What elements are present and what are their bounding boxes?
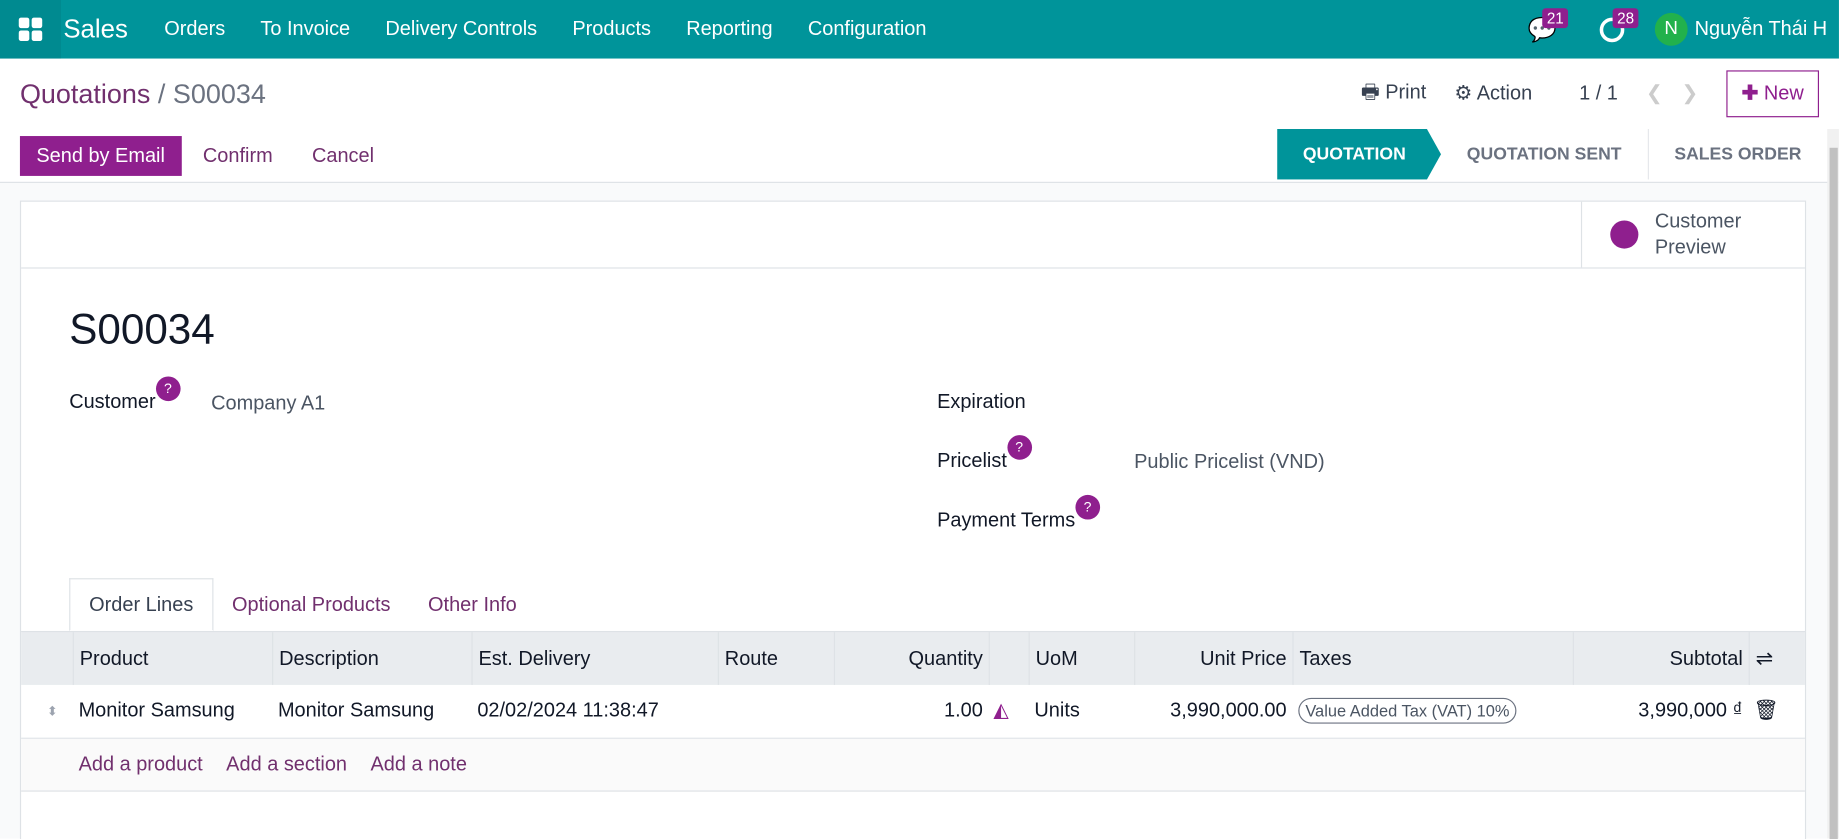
- add-note-link[interactable]: Add a note: [370, 753, 466, 776]
- confirm-button[interactable]: Confirm: [203, 136, 273, 176]
- payment-terms-label: Payment Terms: [937, 508, 1076, 532]
- table-row[interactable]: ⬍ Monitor Samsung Monitor Samsung 02/02/…: [21, 684, 1805, 739]
- col-route[interactable]: Route: [717, 632, 834, 685]
- pager-value[interactable]: 1 / 1: [1579, 82, 1618, 105]
- app-name[interactable]: Sales: [63, 14, 128, 44]
- menu-products[interactable]: Products: [555, 18, 669, 41]
- action-button[interactable]: ⚙ Action: [1454, 82, 1532, 105]
- tab-other-info[interactable]: Other Info: [409, 578, 535, 631]
- optional-columns-icon[interactable]: ⇌: [1748, 632, 1805, 685]
- add-product-link[interactable]: Add a product: [79, 753, 203, 776]
- cell-quantity[interactable]: 1.00: [834, 684, 989, 738]
- breadcrumb-quotations[interactable]: Quotations: [20, 79, 150, 109]
- activities-badge: 28: [1612, 8, 1639, 29]
- print-button[interactable]: 🖶 Print: [1361, 77, 1426, 111]
- plus-icon: ✚: [1741, 82, 1759, 105]
- cancel-button[interactable]: Cancel: [312, 136, 374, 176]
- col-taxes[interactable]: Taxes: [1292, 632, 1572, 685]
- form-sheet: Customer Preview S00034 Customer? Company…: [19, 200, 1807, 839]
- col-product[interactable]: Product: [72, 632, 272, 685]
- scrollbar[interactable]: [1827, 129, 1839, 839]
- cell-est-delivery[interactable]: 02/02/2024 11:38:47: [477, 684, 658, 738]
- cell-description[interactable]: Monitor Samsung: [278, 684, 434, 738]
- scrollbar-thumb[interactable]: [1829, 147, 1838, 839]
- gear-icon: ⚙: [1454, 82, 1473, 105]
- cell-uom[interactable]: Units: [1034, 684, 1079, 738]
- top-navbar: Sales Orders To Invoice Delivery Control…: [0, 0, 1839, 59]
- globe-icon: [1610, 220, 1639, 249]
- printer-icon: 🖶: [1360, 80, 1380, 103]
- activities-button[interactable]: 28: [1577, 0, 1647, 59]
- col-uom[interactable]: UoM: [1028, 632, 1135, 685]
- trash-icon[interactable]: 🗑: [1753, 684, 1778, 738]
- user-name[interactable]: Nguyễn Thái H: [1695, 18, 1828, 41]
- cell-unit-price[interactable]: 3,990,000.00: [1134, 684, 1292, 738]
- pricelist-field[interactable]: Public Pricelist (VND): [1134, 450, 1325, 473]
- breadcrumb: Quotations / S00034: [20, 79, 266, 111]
- stage-quotation[interactable]: QUOTATION: [1277, 129, 1441, 179]
- help-icon[interactable]: ?: [1006, 435, 1032, 460]
- tab-optional-products[interactable]: Optional Products: [213, 578, 409, 631]
- avatar[interactable]: N: [1654, 12, 1688, 46]
- col-est-delivery[interactable]: Est. Delivery: [471, 632, 717, 685]
- col-unit-price[interactable]: Unit Price: [1134, 632, 1292, 685]
- help-icon[interactable]: ?: [1075, 494, 1100, 520]
- customer-preview-label-2: Preview: [1654, 235, 1726, 259]
- col-forecast: [988, 632, 1029, 685]
- statusbar: Send by Email Confirm Cancel QUOTATION Q…: [0, 129, 1839, 183]
- drag-handle-icon[interactable]: ⬍: [47, 684, 58, 738]
- breadcrumb-separator: /: [157, 78, 166, 110]
- apps-menu-icon[interactable]: [0, 0, 61, 59]
- help-icon[interactable]: ?: [155, 376, 181, 402]
- menu-to-invoice[interactable]: To Invoice: [243, 18, 368, 41]
- messages-badge: 21: [1542, 8, 1569, 29]
- print-label: Print: [1385, 80, 1427, 103]
- messages-button[interactable]: 💬 21: [1507, 0, 1577, 59]
- stage-quotation-sent[interactable]: QUOTATION SENT: [1441, 129, 1649, 180]
- send-by-email-button[interactable]: Send by Email: [19, 136, 182, 176]
- new-button[interactable]: ✚ New: [1726, 70, 1820, 118]
- action-label: Action: [1476, 82, 1533, 105]
- cell-subtotal: 3,990,000 ₫: [1638, 698, 1743, 722]
- button-box: [21, 202, 1805, 269]
- chevron-left-icon[interactable]: ❮: [1646, 82, 1663, 105]
- new-label: New: [1763, 82, 1804, 105]
- forecast-chart-icon[interactable]: ◭: [993, 684, 1008, 738]
- col-description[interactable]: Description: [272, 632, 471, 685]
- add-section-link[interactable]: Add a section: [226, 753, 347, 776]
- menu-orders[interactable]: Orders: [147, 18, 243, 41]
- customer-preview-button[interactable]: Customer Preview: [1580, 201, 1805, 268]
- menu-reporting[interactable]: Reporting: [669, 18, 791, 41]
- customer-label: Customer: [69, 390, 156, 413]
- stage-sales-order[interactable]: SALES ORDER: [1649, 129, 1828, 179]
- breadcrumb-current: S00034: [172, 78, 266, 110]
- tab-order-lines[interactable]: Order Lines: [69, 578, 214, 631]
- col-subtotal[interactable]: Subtotal: [1572, 632, 1749, 685]
- record-name: S00034: [69, 304, 215, 354]
- expiration-label: Expiration: [937, 390, 1026, 413]
- cell-product[interactable]: Monitor Samsung: [79, 684, 235, 738]
- pricelist-label: Pricelist: [937, 449, 1007, 472]
- customer-field[interactable]: Company A1: [211, 392, 325, 415]
- control-panel: Quotations / S00034 🖶 Print ⚙ Action 1 /…: [0, 58, 1839, 131]
- tax-tag[interactable]: Value Added Tax (VAT) 10%: [1298, 697, 1517, 724]
- add-line-row: Add a product Add a section Add a note: [21, 738, 1805, 792]
- customer-preview-label: Customer: [1654, 209, 1742, 233]
- chevron-right-icon[interactable]: ❯: [1682, 82, 1699, 105]
- menu-delivery-controls[interactable]: Delivery Controls: [368, 18, 555, 41]
- col-quantity[interactable]: Quantity: [833, 632, 989, 685]
- table-header: Product Description Est. Delivery Route …: [21, 630, 1805, 685]
- menu-configuration[interactable]: Configuration: [790, 18, 944, 41]
